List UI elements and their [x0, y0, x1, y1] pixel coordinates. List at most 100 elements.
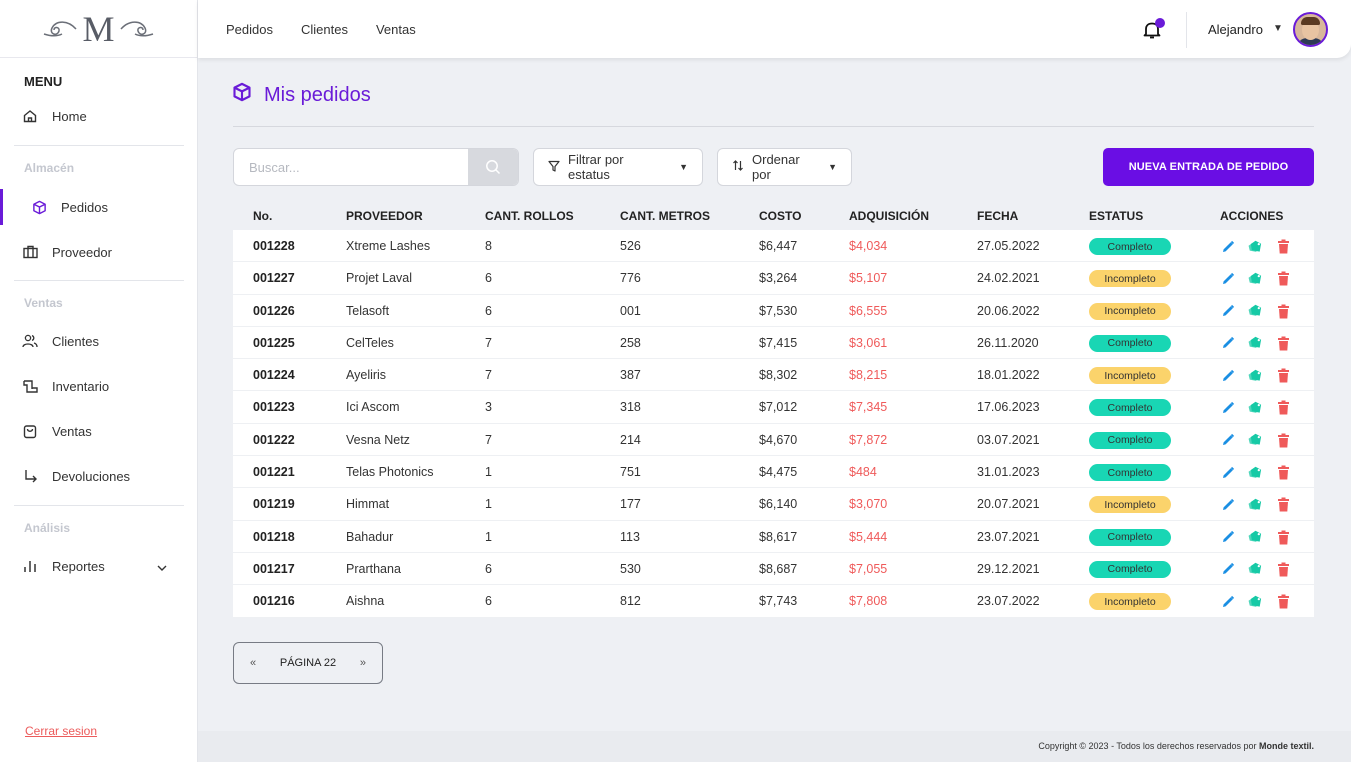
pencil-icon[interactable] [1219, 270, 1236, 287]
trash-icon[interactable] [1275, 529, 1292, 546]
cell-costo: $7,012 [759, 400, 798, 415]
divider [1186, 12, 1187, 48]
cell-fecha: 24.02.2021 [977, 271, 1040, 286]
tag-icon[interactable] [1247, 367, 1264, 384]
column-header[interactable]: ESTATUS [1089, 209, 1143, 223]
trash-icon[interactable] [1275, 238, 1292, 255]
cell-metros: 530 [620, 561, 641, 576]
pencil-icon[interactable] [1219, 561, 1236, 578]
divider [14, 145, 184, 146]
sidebar-item-home[interactable]: Home [0, 98, 197, 134]
trash-icon[interactable] [1275, 593, 1292, 610]
tag-icon[interactable] [1247, 561, 1264, 578]
pencil-icon[interactable] [1219, 496, 1236, 513]
logo[interactable]: M [0, 0, 197, 58]
tag-icon[interactable] [1247, 432, 1264, 449]
column-header[interactable]: CANT. ROLLOS [485, 209, 574, 223]
footer: Copyright © 2023 - Todos los derechos re… [198, 731, 1351, 762]
logout-link[interactable]: Cerrar sesion [25, 724, 97, 738]
tag-icon[interactable] [1247, 399, 1264, 416]
table-row[interactable]: 001223 Ici Ascom 3 318 $7,012 $7,345 17.06.202… [233, 391, 1314, 424]
cell-rollos: 6 [485, 594, 492, 609]
tag-icon[interactable] [1247, 238, 1264, 255]
status-badge: Completo [1089, 238, 1171, 255]
new-order-button[interactable]: NUEVA ENTRADA DE PEDIDO [1103, 148, 1314, 186]
pencil-icon[interactable] [1219, 399, 1236, 416]
tag-icon[interactable] [1247, 529, 1264, 546]
cell-metros: 526 [620, 239, 641, 253]
table-row[interactable]: 001221 Telas Photonics 1 751 $4,475 $484 31.01… [233, 456, 1314, 489]
user-name[interactable]: Alejandro [1208, 22, 1263, 37]
trash-icon[interactable] [1275, 335, 1292, 352]
table-row[interactable]: 001217 Prarthana 6 530 $8,687 $7,055 29.12.202… [233, 553, 1314, 586]
avatar[interactable] [1293, 12, 1328, 47]
sidebar-item-label: Proveedor [52, 244, 112, 260]
top-nav-ventas[interactable]: Ventas [376, 22, 416, 37]
tag-icon[interactable] [1247, 464, 1264, 481]
pencil-icon[interactable] [1219, 464, 1236, 481]
sidebar-item-proveedor[interactable]: Proveedor [0, 234, 197, 270]
tag-icon[interactable] [1247, 593, 1264, 610]
tag-icon[interactable] [1247, 303, 1264, 320]
pencil-icon[interactable] [1219, 303, 1236, 320]
pencil-icon[interactable] [1219, 238, 1236, 255]
pencil-icon[interactable] [1219, 432, 1236, 449]
trash-icon[interactable] [1275, 399, 1292, 416]
row-actions [1219, 496, 1292, 513]
bell-icon[interactable] [1143, 18, 1165, 42]
trash-icon[interactable] [1275, 496, 1292, 513]
cell-no: 001218 [253, 529, 295, 544]
prev-page-button[interactable]: « [250, 657, 256, 669]
trash-icon[interactable] [1275, 464, 1292, 481]
table-row[interactable]: 001219 Himmat 1 177 $6,140 $3,070 20.07.2021 In… [233, 488, 1314, 521]
trash-icon[interactable] [1275, 561, 1292, 578]
tag-icon[interactable] [1247, 335, 1264, 352]
next-page-button[interactable]: » [360, 657, 366, 669]
cell-fecha: 18.01.2022 [977, 368, 1040, 383]
row-actions [1219, 367, 1292, 384]
cell-costo: $7,743 [759, 594, 798, 609]
table-row[interactable]: 001227 Projet Laval 6 776 $3,264 $5,107 24.02.… [233, 262, 1314, 295]
table-header: No. PROVEEDOR CANT. ROLLOS CANT. METROS … [233, 202, 1314, 230]
table-row[interactable]: 001228 Xtreme Lashes 8 526 $6,447 $4,034 27.05… [233, 230, 1314, 263]
pencil-icon[interactable] [1219, 367, 1236, 384]
top-nav-clientes[interactable]: Clientes [301, 22, 348, 37]
column-header[interactable]: CANT. METROS [620, 209, 710, 223]
sidebar-item-reportes[interactable]: Reportes [0, 548, 197, 584]
sidebar-item-inventario[interactable]: Inventario [0, 368, 197, 404]
sort-dropdown[interactable]: Ordenar por ▼ [717, 148, 852, 186]
pencil-icon[interactable] [1219, 335, 1236, 352]
sidebar-item-devoluciones[interactable]: Devoluciones [0, 458, 197, 494]
table-row[interactable]: 001226 Telasoft 6 001 $7,530 $6,555 20.06.2022… [233, 295, 1314, 327]
search-input[interactable] [234, 149, 469, 185]
trash-icon[interactable] [1275, 367, 1292, 384]
table-row[interactable]: 001225 CelTeles 7 258 $7,415 $3,061 26.11.2020… [233, 327, 1314, 360]
sidebar-item-ventas[interactable]: Ventas [0, 413, 197, 449]
column-header[interactable]: No. [253, 209, 272, 223]
top-nav-pedidos[interactable]: Pedidos [226, 22, 273, 37]
filter-status-dropdown[interactable]: Filtrar por estatus ▼ [533, 148, 703, 186]
pencil-icon[interactable] [1219, 593, 1236, 610]
column-header[interactable]: COSTO [759, 209, 801, 223]
sidebar-item-clientes[interactable]: Clientes [0, 323, 197, 359]
cell-no: 001227 [253, 271, 295, 286]
column-header[interactable]: ADQUISICIÓN [849, 209, 929, 223]
caret-down-icon[interactable]: ▼ [1273, 23, 1283, 34]
trash-icon[interactable] [1275, 303, 1292, 320]
table-row[interactable]: 001218 Bahadur 1 113 $8,617 $5,444 23.07.2021 C… [233, 521, 1314, 553]
search-button[interactable] [468, 149, 518, 185]
table-row[interactable]: 001224 Ayeliris 7 387 $8,302 $8,215 18.01.2022… [233, 359, 1314, 392]
chevron-down-icon[interactable] [157, 559, 167, 574]
tag-icon[interactable] [1247, 270, 1264, 287]
pencil-icon[interactable] [1219, 529, 1236, 546]
tag-icon[interactable] [1247, 496, 1264, 513]
trash-icon[interactable] [1275, 432, 1292, 449]
trash-icon[interactable] [1275, 270, 1292, 287]
column-header[interactable]: PROVEEDOR [346, 209, 423, 223]
sidebar-item-pedidos[interactable]: Pedidos [0, 189, 197, 225]
column-header[interactable]: FECHA [977, 209, 1018, 223]
row-actions [1219, 335, 1292, 352]
table-row[interactable]: 001216 Aishna 6 812 $7,743 $7,808 23.07.2022 In… [233, 585, 1314, 618]
table-row[interactable]: 001222 Vesna Netz 7 214 $4,670 $7,872 03.07.20… [233, 424, 1314, 457]
cube-icon [31, 199, 47, 215]
